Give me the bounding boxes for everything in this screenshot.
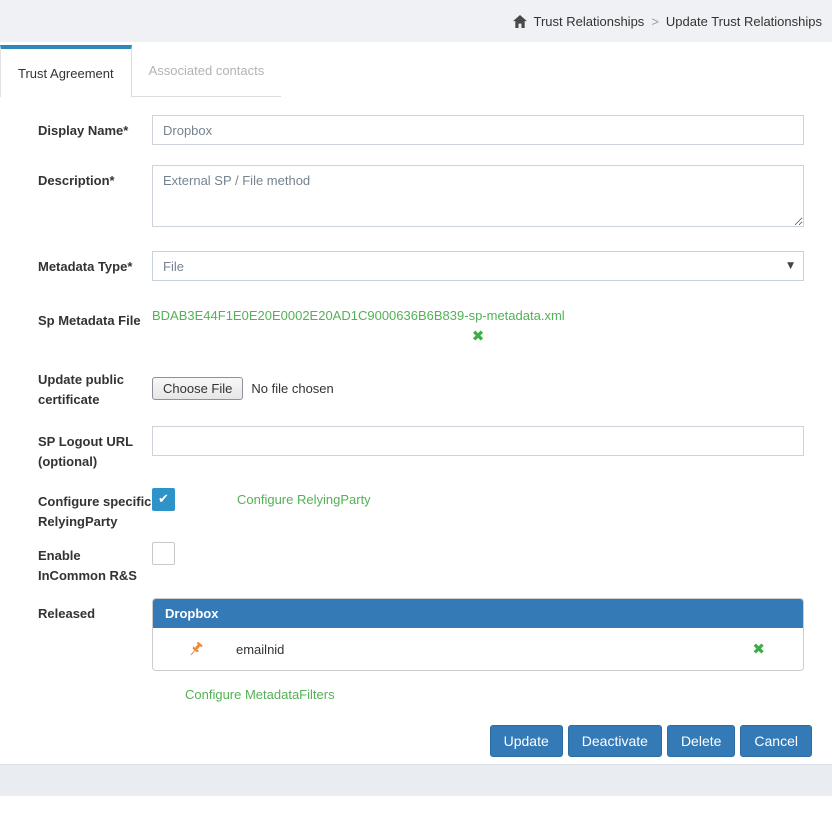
breadcrumb: Trust Relationships > Update Trust Relat… <box>0 0 832 42</box>
check-icon: ✔ <box>158 492 169 507</box>
choose-file-button[interactable]: Choose File <box>152 377 243 400</box>
cancel-button[interactable]: Cancel <box>740 725 812 757</box>
update-button[interactable]: Update <box>490 725 563 757</box>
page-footer <box>0 764 832 796</box>
tab-trust-agreement[interactable]: Trust Agreement <box>0 45 132 97</box>
breadcrumb-section[interactable]: Trust Relationships <box>534 14 645 29</box>
released-row: Released Dropbox <box>38 598 804 704</box>
metadata-type-label: Metadata Type* <box>38 251 152 281</box>
metadata-type-value: File <box>163 259 184 274</box>
update-certificate-row: Update public certificate Choose File No… <box>38 364 804 410</box>
description-label: Description* <box>38 165 152 232</box>
released-panel: Dropbox emailnid <box>152 598 804 671</box>
display-name-row: Display Name* <box>38 115 804 145</box>
remove-attribute-icon[interactable]: ✖ <box>752 642 765 657</box>
chevron-down-icon: ▼ <box>787 261 794 271</box>
tab-bar: Trust Agreement Associated contacts <box>0 45 832 97</box>
relying-party-checkbox[interactable]: ✔ <box>152 488 175 511</box>
configure-metadata-filters-link[interactable]: Configure MetadataFilters <box>185 687 335 702</box>
remove-metadata-file-icon[interactable]: ✖ <box>152 329 804 344</box>
sp-metadata-file-link[interactable]: BDAB3E44F1E0E20E0002E20AD1C9000636B6B839… <box>152 308 565 323</box>
released-attribute-name: emailnid <box>236 642 284 657</box>
sp-logout-url-row: SP Logout URL (optional) <box>38 426 804 472</box>
relying-party-row: Configure specific RelyingParty ✔ Config… <box>38 486 804 532</box>
breadcrumb-separator: > <box>651 14 659 29</box>
pin-icon[interactable] <box>187 641 204 658</box>
delete-button[interactable]: Delete <box>667 725 735 757</box>
deactivate-button[interactable]: Deactivate <box>568 725 662 757</box>
incommon-row: Enable InCommon R&S <box>38 540 804 586</box>
configure-relying-party-link[interactable]: Configure RelyingParty <box>237 492 371 507</box>
released-attribute-row: emailnid ✖ <box>153 628 803 670</box>
display-name-label: Display Name* <box>38 115 152 145</box>
metadata-type-row: Metadata Type* File ▼ <box>38 251 804 281</box>
released-label: Released <box>38 598 152 704</box>
action-button-bar: Update Deactivate Delete Cancel <box>0 725 832 757</box>
file-chosen-status: No file chosen <box>251 381 333 396</box>
trust-agreement-form: Display Name* Description* External SP /… <box>0 97 832 704</box>
metadata-type-select[interactable]: File ▼ <box>152 251 804 281</box>
description-textarea[interactable]: External SP / File method <box>152 165 804 227</box>
incommon-label: Enable InCommon R&S <box>38 540 152 586</box>
breadcrumb-page: Update Trust Relationships <box>666 14 822 29</box>
sp-logout-url-label: SP Logout URL (optional) <box>38 426 152 472</box>
description-row: Description* External SP / File method <box>38 165 804 232</box>
display-name-input[interactable] <box>152 115 804 145</box>
home-icon[interactable] <box>513 15 527 28</box>
update-certificate-label: Update public certificate <box>38 364 152 410</box>
incommon-checkbox[interactable] <box>152 542 175 565</box>
tab-associated-contacts[interactable]: Associated contacts <box>132 45 282 97</box>
relying-party-label: Configure specific RelyingParty <box>38 486 152 532</box>
released-panel-title: Dropbox <box>153 599 803 628</box>
sp-metadata-file-label: Sp Metadata File <box>38 305 152 344</box>
sp-metadata-file-row: Sp Metadata File BDAB3E44F1E0E20E0002E20… <box>38 305 804 344</box>
sp-logout-url-input[interactable] <box>152 426 804 456</box>
